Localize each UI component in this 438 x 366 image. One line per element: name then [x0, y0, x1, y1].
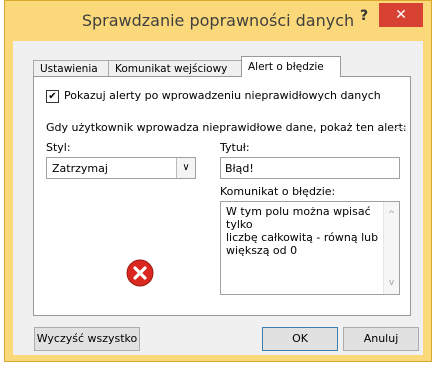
tab-bar: Ustawienia Komunikat wejściowy Alert o b…	[13, 53, 423, 77]
chevron-down-icon[interactable]: ∨	[176, 158, 195, 178]
section-divider	[394, 128, 406, 129]
style-value: Zatrzymaj	[52, 162, 108, 175]
message-line: liczbę całkowitą - równą lub	[226, 231, 379, 244]
style-dropdown[interactable]: Zatrzymaj ∨	[46, 157, 196, 179]
message-label: Komunikat o błędzie:	[220, 185, 336, 198]
ok-button[interactable]: OK	[262, 327, 338, 351]
title-input[interactable]: Błąd!	[220, 157, 400, 179]
title-label: Tytuł:	[220, 141, 250, 154]
help-button[interactable]: ?	[351, 3, 377, 29]
stop-error-icon	[126, 259, 154, 287]
show-alerts-checkbox[interactable]: ✔	[46, 90, 59, 103]
title-value: Błąd!	[225, 162, 254, 175]
style-label: Styl:	[46, 141, 71, 154]
scroll-up-icon[interactable]: ^	[384, 210, 399, 220]
validation-dialog: Sprawdzanie poprawności danych ? ✕ Ustaw…	[4, 0, 432, 362]
clear-all-button[interactable]: Wyczyść wszystko	[34, 327, 140, 351]
message-scrollbar[interactable]: ^ v	[383, 202, 399, 294]
message-text: W tym polu można wpisać tylko liczbę cał…	[226, 205, 399, 257]
close-button[interactable]: ✕	[379, 3, 423, 27]
tab-panel-error-alert: ✔ Pokazuj alerty po wprowadzeniu niepraw…	[33, 76, 411, 316]
scroll-down-icon[interactable]: v	[384, 278, 399, 288]
show-alerts-label: Pokazuj alerty po wprowadzeniu nieprawid…	[64, 89, 381, 102]
tab-input-message[interactable]: Komunikat wejściowy	[108, 60, 242, 77]
tab-settings[interactable]: Ustawienia	[33, 60, 109, 77]
section-label: Gdy użytkownik wprowadza nieprawidłowe d…	[46, 121, 407, 134]
message-textarea[interactable]: W tym polu można wpisać tylko liczbę cał…	[220, 201, 400, 295]
dialog-client-area: Ustawienia Komunikat wejściowy Alert o b…	[13, 41, 423, 355]
tab-error-alert[interactable]: Alert o błędzie	[241, 56, 341, 77]
message-line: W tym polu można wpisać tylko	[226, 205, 371, 231]
cancel-button[interactable]: Anuluj	[343, 327, 419, 351]
message-line: większą od 0	[226, 244, 298, 257]
